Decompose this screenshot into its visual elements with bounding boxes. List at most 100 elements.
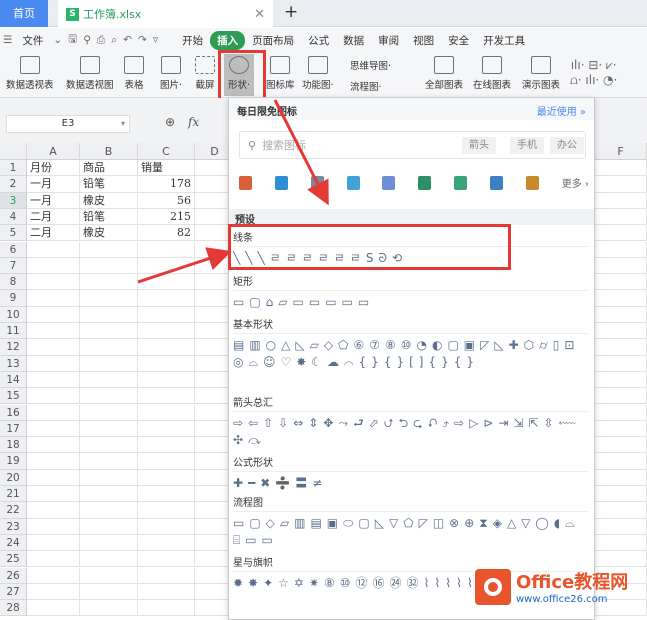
print-icon[interactable]: ⎙ [94, 34, 108, 47]
row-header-14[interactable]: 14 [0, 371, 27, 389]
cell[interactable] [80, 420, 138, 438]
cell[interactable] [27, 534, 80, 552]
row-header-18[interactable]: 18 [0, 437, 27, 454]
row-header-28[interactable]: 28 [0, 600, 27, 617]
demo-charts-button[interactable]: 演示图表 [522, 56, 560, 91]
cell[interactable] [27, 567, 80, 584]
cell[interactable] [80, 502, 138, 519]
cell[interactable] [27, 486, 80, 503]
row-header-4[interactable]: 4 [0, 208, 27, 226]
cell[interactable] [595, 323, 647, 340]
cell[interactable] [80, 551, 138, 568]
menu-security[interactable]: 安全 [441, 31, 476, 50]
pivot-chart-button[interactable]: 数据透视图 [66, 56, 114, 91]
cell[interactable] [595, 176, 647, 193]
cell[interactable]: 橡皮 [80, 225, 138, 242]
cell[interactable] [27, 274, 80, 291]
cell[interactable]: 178 [138, 176, 195, 193]
free-icon[interactable] [346, 175, 360, 190]
cell[interactable] [27, 600, 80, 617]
row-header-21[interactable]: 21 [0, 486, 27, 503]
cell[interactable] [80, 600, 138, 617]
cell[interactable] [80, 274, 138, 291]
online-charts-button[interactable]: 在线图表 [473, 56, 511, 91]
cell[interactable] [138, 567, 195, 584]
tag-arrow[interactable]: 箭头 [462, 137, 496, 154]
cell[interactable] [80, 469, 138, 486]
undo-icon[interactable]: ↶ [120, 34, 135, 46]
cell[interactable] [595, 241, 647, 258]
cell[interactable] [138, 355, 195, 372]
row-header-26[interactable]: 26 [0, 567, 27, 584]
cell[interactable] [80, 371, 138, 389]
row-header-20[interactable]: 20 [0, 469, 27, 486]
cell[interactable] [595, 437, 647, 454]
cell[interactable] [595, 192, 647, 209]
cell[interactable] [80, 241, 138, 258]
menu-start[interactable]: 开始 [175, 31, 210, 50]
cell[interactable] [80, 437, 138, 454]
cell[interactable] [27, 469, 80, 486]
cell[interactable] [138, 241, 195, 258]
menu-insert[interactable]: 插入 [210, 30, 246, 50]
cell[interactable] [595, 306, 647, 323]
cell[interactable] [27, 420, 80, 438]
all-charts-button[interactable]: 全部图表 [425, 56, 463, 91]
zoom-icon[interactable]: ⊕ [165, 115, 175, 129]
column-header-B[interactable]: B [80, 143, 138, 160]
cell[interactable]: 橡皮 [80, 192, 138, 209]
cell[interactable] [80, 583, 138, 601]
cell[interactable]: 销量 [138, 160, 195, 177]
row-header-15[interactable]: 15 [0, 388, 27, 405]
cell[interactable] [138, 583, 195, 601]
cell[interactable] [80, 486, 138, 503]
cell[interactable]: 56 [138, 192, 195, 209]
free-icon[interactable] [490, 175, 504, 190]
more-icons-link[interactable]: 更多 › [562, 175, 589, 190]
menu-file[interactable]: 文件 [15, 31, 50, 50]
shape-list-arrows[interactable]: ⇨⇦⇧⇩⇔⇕✥⤳⮐⬀⮍⮌⮎⮏⤴⇨▷⊳⇥⇲⇱⇳⬳✣⤼ [233, 415, 583, 449]
cell[interactable] [80, 534, 138, 552]
row-header-11[interactable]: 11 [0, 323, 27, 340]
free-icon[interactable] [418, 175, 432, 190]
cell[interactable] [138, 420, 195, 438]
cell[interactable] [595, 290, 647, 307]
format-painter-icon[interactable]: ⚲ [80, 34, 94, 46]
cell[interactable]: 二月 [27, 225, 80, 242]
cell[interactable] [80, 453, 138, 470]
free-icon[interactable] [525, 175, 539, 190]
row-header-23[interactable]: 23 [0, 518, 27, 535]
cell[interactable] [138, 518, 195, 535]
cell[interactable] [27, 502, 80, 519]
cell[interactable] [595, 355, 647, 372]
cell[interactable] [138, 453, 195, 470]
cell[interactable] [595, 225, 647, 242]
free-icon[interactable] [239, 175, 252, 190]
row-header-27[interactable]: 27 [0, 583, 27, 601]
tag-phone[interactable]: 手机 [510, 137, 544, 154]
cell[interactable] [27, 339, 80, 356]
cell[interactable] [595, 208, 647, 226]
screenshot-button[interactable]: 截屏 [195, 56, 215, 91]
free-icon[interactable] [310, 175, 324, 190]
select-all-corner[interactable] [0, 143, 27, 160]
hamburger-icon[interactable]: ☰ [0, 34, 15, 46]
cell[interactable] [27, 306, 80, 323]
cell[interactable]: 月份 [27, 160, 80, 177]
cell[interactable] [138, 306, 195, 323]
tab-workbook[interactable]: S 工作簿.xlsx ✕ [58, 0, 273, 28]
cell[interactable] [595, 274, 647, 291]
cell[interactable] [80, 404, 138, 421]
cell[interactable] [138, 502, 195, 519]
cell[interactable]: 一月 [27, 192, 80, 209]
cell[interactable] [27, 241, 80, 258]
column-header-C[interactable]: C [138, 143, 195, 160]
cell[interactable] [27, 257, 80, 275]
cell[interactable] [138, 600, 195, 617]
cell[interactable] [138, 290, 195, 307]
cell[interactable] [80, 355, 138, 372]
cell[interactable] [138, 371, 195, 389]
row-header-7[interactable]: 7 [0, 257, 27, 275]
cell[interactable] [595, 534, 647, 552]
cell[interactable] [595, 420, 647, 438]
